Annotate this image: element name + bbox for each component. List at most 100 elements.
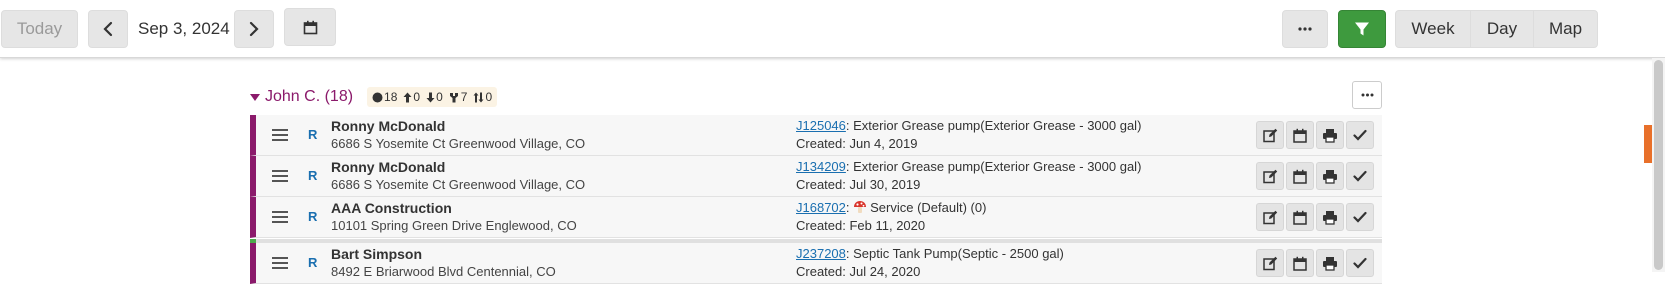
- customer-address: 10101 Spring Green Drive Englewood, CO: [331, 218, 577, 233]
- calendar-icon: [303, 20, 317, 34]
- calendar-icon: [1293, 210, 1307, 225]
- calendar-icon: [1293, 169, 1307, 184]
- stat-up-value: 0: [413, 90, 421, 104]
- customer-name: Bart Simpson: [331, 246, 423, 262]
- job-row[interactable]: R Ronny McDonald 6686 S Yosemite Ct Gree…: [250, 115, 1382, 156]
- view-map-button[interactable]: Map: [1533, 10, 1598, 48]
- edit-button[interactable]: [1256, 121, 1284, 149]
- job-type-badge: R: [308, 255, 318, 270]
- stat-up: 0: [403, 90, 420, 104]
- stat-service: 7: [449, 90, 468, 104]
- complete-button[interactable]: [1346, 162, 1374, 190]
- created-date: Created: Feb 11, 2020: [796, 218, 926, 233]
- swap-arrows-icon: [473, 92, 484, 102]
- job-type-badge: R: [308, 209, 318, 224]
- printer-icon: [1323, 169, 1337, 184]
- calendar-picker-button[interactable]: [284, 8, 336, 46]
- print-button[interactable]: [1316, 162, 1344, 190]
- drag-handle-icon[interactable]: [272, 256, 288, 270]
- edit-button[interactable]: [1256, 203, 1284, 231]
- stat-down: 0: [426, 90, 443, 104]
- customer-address: 6686 S Yosemite Ct Greenwood Village, CO: [331, 136, 586, 151]
- checkmark-icon: [1353, 129, 1367, 141]
- schedule-button[interactable]: [1286, 249, 1314, 277]
- edit-button[interactable]: [1256, 162, 1284, 190]
- job-row[interactable]: R AAA Construction 10101 Spring Green Dr…: [250, 197, 1382, 238]
- complete-button[interactable]: [1346, 203, 1374, 231]
- view-switcher: Week Day List Map: [1395, 10, 1665, 163]
- drag-handle-icon[interactable]: [272, 210, 288, 224]
- technician-name[interactable]: John C. (18): [265, 88, 353, 106]
- calendar-icon: [1293, 256, 1307, 271]
- view-day-button[interactable]: Day: [1470, 10, 1534, 48]
- stat-down-value: 0: [436, 90, 443, 104]
- schedule-button[interactable]: [1286, 203, 1314, 231]
- row-actions: [1256, 162, 1374, 190]
- edit-icon: [1262, 256, 1277, 270]
- job-stats-badge: 18 0 0 7 0: [367, 87, 498, 107]
- edit-icon: [1262, 169, 1277, 183]
- edit-icon: [1262, 210, 1277, 224]
- stat-total: 18: [372, 90, 397, 104]
- chevron-left-icon: [103, 21, 113, 37]
- print-button[interactable]: [1316, 203, 1344, 231]
- current-date-label: Sep 3, 2024: [138, 19, 230, 38]
- next-day-button[interactable]: [234, 10, 274, 48]
- job-id-link[interactable]: J125046: [796, 118, 846, 133]
- job-description: : Septic Tank Pump(Septic - 2500 gal): [845, 246, 1064, 261]
- created-date: Created: Jun 4, 2019: [796, 136, 918, 151]
- ellipsis-icon: [1361, 93, 1373, 97]
- previous-day-button[interactable]: [88, 10, 128, 48]
- complete-button[interactable]: [1346, 121, 1374, 149]
- calendar-icon: [1293, 128, 1307, 143]
- drag-handle-icon[interactable]: [272, 169, 288, 183]
- job-id-link[interactable]: J237208: [796, 246, 846, 261]
- more-options-button[interactable]: [1282, 10, 1328, 48]
- collapse-caret-icon[interactable]: [250, 93, 260, 101]
- stat-service-value: 7: [460, 90, 468, 104]
- job-summary: J237208: Septic Tank Pump(Septic - 2500 …: [796, 246, 1064, 261]
- customer-name: Ronny McDonald: [331, 159, 446, 175]
- job-row[interactable]: R Bart Simpson 8492 E Briarwood Blvd Cen…: [250, 243, 1382, 284]
- print-button[interactable]: [1316, 121, 1344, 149]
- job-summary: J134209: Exterior Grease pump(Exterior G…: [796, 159, 1141, 174]
- view-week-button[interactable]: Week: [1395, 10, 1471, 48]
- stat-swap: 0: [473, 90, 492, 104]
- row-actions: [1256, 203, 1374, 231]
- print-button[interactable]: [1316, 249, 1344, 277]
- arrow-down-icon: [426, 92, 435, 102]
- job-description: Service (Default) (0): [870, 200, 987, 215]
- wrench-icon: [449, 92, 458, 102]
- mushroom-icon: [854, 201, 867, 213]
- job-type-badge: R: [308, 127, 318, 142]
- customer-address: 6686 S Yosemite Ct Greenwood Village, CO: [331, 177, 586, 192]
- job-row[interactable]: R Ronny McDonald 6686 S Yosemite Ct Gree…: [250, 156, 1382, 197]
- drag-handle-icon[interactable]: [272, 128, 288, 142]
- job-description: : Exterior Grease pump(Exterior Grease -…: [845, 159, 1142, 174]
- schedule-button[interactable]: [1286, 162, 1314, 190]
- filter-icon: [1355, 22, 1369, 36]
- complete-button[interactable]: [1346, 249, 1374, 277]
- checkmark-icon: [1353, 257, 1367, 269]
- job-id-link[interactable]: J134209: [796, 159, 846, 174]
- technician-group-header[interactable]: John C. (18) 18 0 0 7 0: [250, 83, 498, 111]
- edit-icon: [1262, 128, 1277, 142]
- scrollbar-thumb[interactable]: [1654, 60, 1663, 270]
- printer-icon: [1323, 128, 1337, 143]
- schedule-button[interactable]: [1286, 121, 1314, 149]
- job-colon: :: [845, 200, 854, 215]
- job-description: : Exterior Grease pump(Exterior Grease -…: [845, 118, 1142, 133]
- top-toolbar: Today Sep 3, 2024 Week Day List Map: [0, 0, 1665, 163]
- job-id-link[interactable]: J168702: [796, 200, 846, 215]
- ellipsis-icon: [1298, 27, 1312, 31]
- checkmark-icon: [1353, 211, 1367, 223]
- printer-icon: [1323, 256, 1337, 271]
- customer-name: AAA Construction: [331, 200, 452, 216]
- printer-icon: [1323, 210, 1337, 225]
- filter-button[interactable]: [1338, 10, 1386, 48]
- group-more-options-button[interactable]: [1352, 81, 1382, 109]
- customer-name: Ronny McDonald: [331, 118, 446, 134]
- stat-swap-value: 0: [485, 90, 493, 104]
- today-button[interactable]: Today: [1, 10, 78, 48]
- edit-button[interactable]: [1256, 249, 1284, 277]
